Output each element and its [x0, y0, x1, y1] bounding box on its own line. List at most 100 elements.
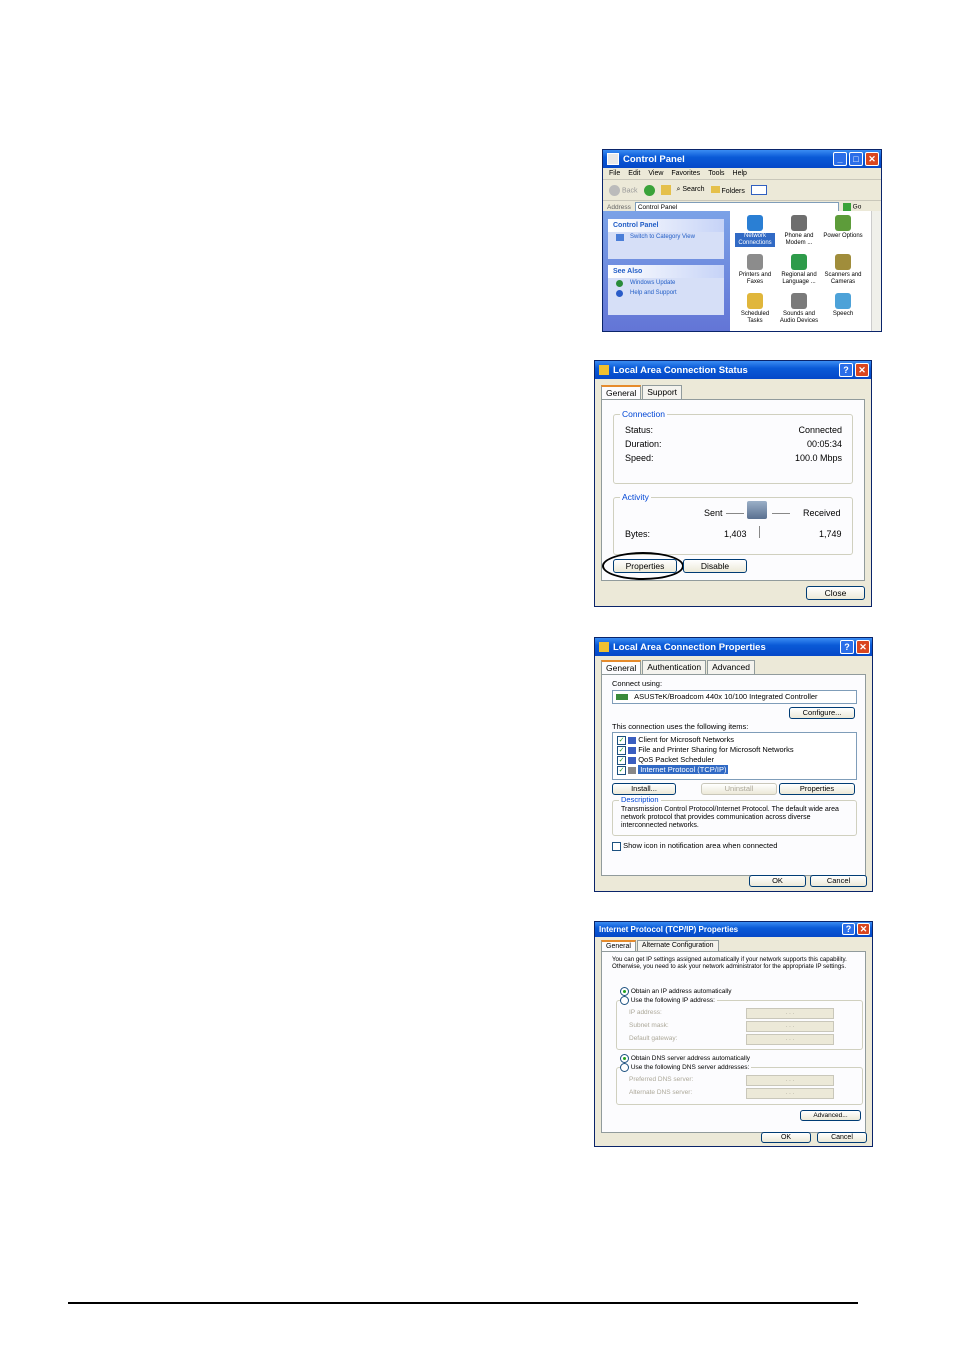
- connection-group: Connection Status: Connected Duration: 0…: [613, 409, 853, 484]
- control-panel-item[interactable]: Phone and Modem ...: [779, 215, 819, 247]
- views-button[interactable]: [750, 185, 767, 195]
- menu-help[interactable]: Help: [733, 170, 747, 177]
- ip-address-label: IP address:: [629, 1009, 662, 1016]
- manual-page: Control Panel _ □ ✕ File Edit View Favor…: [0, 0, 954, 1350]
- menu-tools[interactable]: Tools: [708, 170, 724, 177]
- tab-alternate-configuration[interactable]: Alternate Configuration: [636, 940, 719, 951]
- control-panel-item-icon: [747, 254, 763, 270]
- tab-authentication[interactable]: Authentication: [642, 660, 707, 674]
- control-panel-item[interactable]: Power Options: [823, 215, 863, 240]
- menu-view[interactable]: View: [648, 170, 663, 177]
- activity-group: Activity Sent Received Bytes: 1,403 1,74…: [613, 492, 853, 555]
- control-panel-item[interactable]: Scheduled Tasks: [735, 293, 775, 325]
- default-gateway-field: . . .: [746, 1034, 834, 1045]
- list-item[interactable]: ✓ Client for Microsoft Networks: [617, 735, 734, 745]
- search-button[interactable]: ⌕ Search: [677, 186, 705, 194]
- list-item[interactable]: ✓ Internet Protocol (TCP/IP): [617, 765, 729, 775]
- tcpip-title: Internet Protocol (TCP/IP) Properties: [599, 925, 739, 934]
- maximize-button[interactable]: □: [849, 152, 863, 166]
- use-dns-radio[interactable]: [620, 1063, 629, 1072]
- tab-general[interactable]: General: [601, 385, 642, 399]
- list-item[interactable]: ✓ QoS Packet Scheduler: [617, 755, 714, 765]
- obtain-ip-auto-option[interactable]: Obtain an IP address automatically: [620, 987, 732, 996]
- properties-general-panel: Connect using: ASUSTeK/Broadcom 440x 10/…: [601, 674, 866, 876]
- obtain-ip-radio[interactable]: [620, 987, 629, 996]
- install-button[interactable]: Install...: [612, 783, 676, 795]
- use-following-ip-option[interactable]: Use the following IP address:: [620, 996, 717, 1005]
- sent-line: [726, 513, 744, 514]
- ok-button[interactable]: OK: [749, 875, 806, 887]
- control-panel-box-title[interactable]: Control Panel: [608, 219, 724, 232]
- control-panel-item-icon: [835, 293, 851, 309]
- see-also-title[interactable]: See Also: [608, 265, 724, 278]
- ok-button[interactable]: OK: [761, 1132, 811, 1143]
- close-button[interactable]: ✕: [865, 152, 879, 166]
- menu-favorites[interactable]: Favorites: [671, 170, 700, 177]
- control-panel-item-label: Network Connections: [735, 233, 775, 247]
- windows-update-link[interactable]: Windows Update: [608, 278, 724, 288]
- status-value: Connected: [798, 425, 842, 435]
- control-panel-item[interactable]: Speech: [823, 293, 863, 318]
- control-panel-icon: [607, 153, 619, 165]
- advanced-button[interactable]: Advanced...: [800, 1110, 861, 1121]
- forward-arrow-icon[interactable]: [643, 184, 655, 196]
- checkbox[interactable]: ✓: [617, 765, 626, 775]
- item-properties-button[interactable]: Properties: [779, 783, 855, 795]
- connection-group-title: Connection: [620, 409, 668, 419]
- disable-button[interactable]: Disable: [683, 559, 747, 573]
- list-item[interactable]: ✓ File and Printer Sharing for Microsoft…: [617, 745, 794, 755]
- go-button[interactable]: Go: [842, 203, 861, 211]
- help-button[interactable]: ?: [842, 923, 855, 935]
- tab-general[interactable]: General: [601, 940, 636, 951]
- received-line: [772, 513, 790, 514]
- back-button[interactable]: Back: [609, 184, 638, 196]
- menu-file[interactable]: File: [609, 170, 620, 177]
- obtain-dns-auto-option[interactable]: Obtain DNS server address automatically: [620, 1054, 750, 1063]
- use-following-dns-option[interactable]: Use the following DNS server addresses:: [620, 1063, 752, 1072]
- close-dialog-button[interactable]: Close: [806, 586, 865, 600]
- tab-support[interactable]: Support: [642, 385, 683, 399]
- control-panel-item[interactable]: Printers and Faxes: [735, 254, 775, 286]
- close-x-button[interactable]: ✕: [856, 640, 870, 654]
- folders-button[interactable]: Folders: [710, 185, 745, 195]
- speed-label: Speed:: [625, 453, 654, 463]
- close-x-button[interactable]: ✕: [857, 923, 870, 935]
- help-and-support-link[interactable]: Help and Support: [608, 288, 724, 298]
- alternate-dns-label: Alternate DNS server:: [629, 1089, 693, 1096]
- tcpip-general-panel: You can get IP settings assigned automat…: [601, 951, 866, 1133]
- cancel-button[interactable]: Cancel: [817, 1132, 867, 1143]
- checkbox[interactable]: ✓: [617, 745, 626, 755]
- show-icon-option[interactable]: Show icon in notification area when conn…: [612, 841, 777, 851]
- control-panel-item[interactable]: Network Connections: [735, 215, 775, 247]
- menu-edit[interactable]: Edit: [628, 170, 640, 177]
- control-panel-item[interactable]: Sounds and Audio Devices: [779, 293, 819, 325]
- show-icon-checkbox[interactable]: [612, 841, 621, 851]
- cancel-button[interactable]: Cancel: [810, 875, 867, 887]
- description-group-title: Description: [619, 795, 661, 804]
- network-connection-icon: [599, 365, 609, 375]
- obtain-dns-radio[interactable]: [620, 1054, 629, 1063]
- vertical-scrollbar[interactable]: [871, 211, 881, 331]
- switch-to-category-view-link[interactable]: Switch to Category View: [608, 232, 724, 242]
- help-button[interactable]: ?: [839, 363, 853, 377]
- static-ip-group: Use the following IP address: IP address…: [616, 996, 863, 1050]
- tab-advanced[interactable]: Advanced: [707, 660, 755, 674]
- checkbox[interactable]: ✓: [617, 755, 626, 765]
- control-panel-item[interactable]: Regional and Language ...: [779, 254, 819, 286]
- address-label: Address: [607, 203, 631, 211]
- preferred-dns-field: . . .: [746, 1075, 834, 1086]
- close-x-button[interactable]: ✕: [855, 363, 869, 377]
- up-folder-icon[interactable]: [660, 185, 671, 195]
- static-dns-group: Use the following DNS server addresses: …: [616, 1063, 863, 1105]
- minimize-button[interactable]: _: [833, 152, 847, 166]
- use-ip-radio[interactable]: [620, 996, 629, 1005]
- tab-general[interactable]: General: [601, 660, 642, 674]
- help-button[interactable]: ?: [840, 640, 854, 654]
- window-title: Control Panel: [623, 153, 685, 165]
- tcpip-properties-dialog: Internet Protocol (TCP/IP) Properties ? …: [594, 921, 873, 1147]
- connect-using-label: Connect using:: [612, 679, 663, 688]
- checkbox[interactable]: ✓: [617, 735, 626, 745]
- configure-button[interactable]: Configure...: [789, 707, 855, 719]
- menu-bar: File Edit View Favorites Tools Help: [603, 168, 881, 180]
- control-panel-item[interactable]: Scanners and Cameras: [823, 254, 863, 286]
